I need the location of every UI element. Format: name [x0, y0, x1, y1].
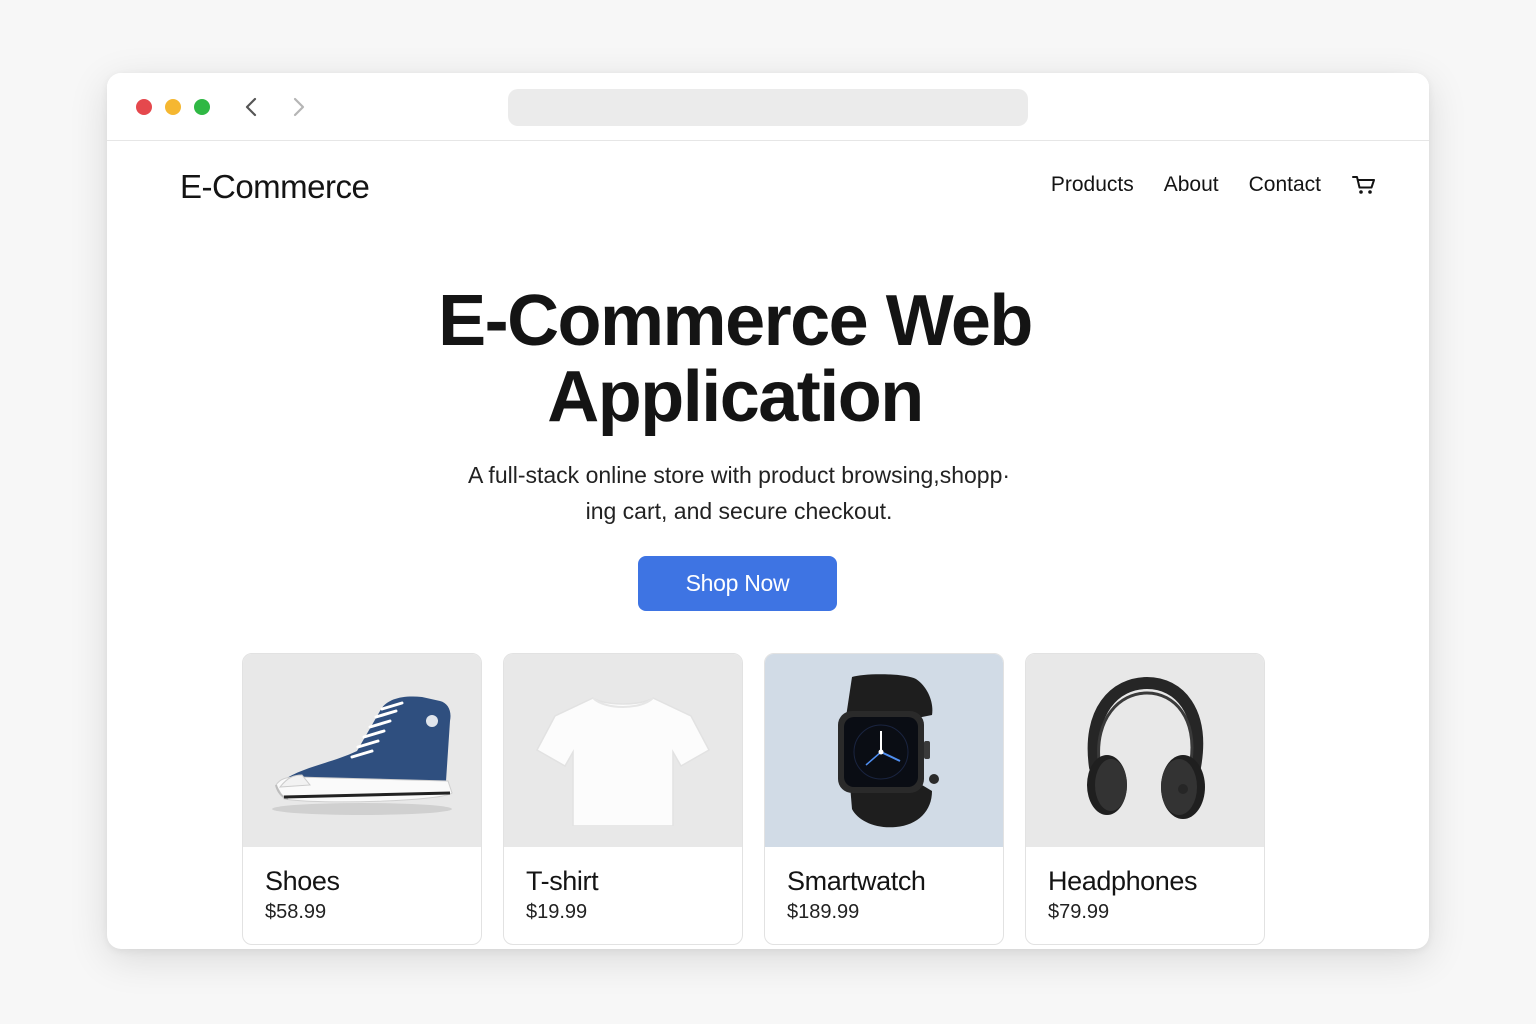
hero-subtitle: A full-stack online store with product b…: [444, 457, 1034, 529]
product-info: T-shirt $19.99: [504, 847, 742, 924]
address-bar[interactable]: [508, 89, 1028, 126]
close-window-button[interactable]: [136, 99, 152, 115]
back-arrow-icon[interactable]: [240, 95, 264, 119]
hero-title-line-2: Application: [547, 357, 924, 437]
hero-title: E-Commerce Web Application: [107, 283, 1363, 435]
product-name: Headphones: [1048, 866, 1198, 896]
product-price: $19.99: [526, 901, 588, 923]
product-info: Headphones $79.99: [1026, 847, 1264, 924]
product-price: $189.99: [787, 901, 860, 923]
product-card-shoes[interactable]: Shoes $58.99: [242, 653, 482, 945]
product-thumb: [765, 654, 1003, 847]
maximize-window-button[interactable]: [194, 99, 210, 115]
product-price: $58.99: [265, 901, 327, 923]
browser-window: E-Commerce Products About Contact E-Comm…: [107, 73, 1429, 949]
cart-icon[interactable]: [1351, 172, 1377, 198]
product-thumb: [243, 654, 481, 847]
tshirt-image: [535, 696, 711, 826]
product-thumb: [1026, 654, 1264, 847]
top-nav: Products About Contact: [1051, 172, 1377, 198]
product-grid: Shoes $58.99 T-shirt $19.99 Smartwatch $…: [242, 653, 1265, 945]
product-info: Smartwatch $189.99: [765, 847, 1003, 924]
nav-link-contact[interactable]: Contact: [1249, 173, 1321, 197]
nav-link-products[interactable]: Products: [1051, 173, 1134, 197]
shop-now-button[interactable]: Shop Now: [638, 556, 837, 611]
product-name: T-shirt: [526, 866, 599, 896]
forward-arrow-icon[interactable]: [286, 95, 310, 119]
sneaker-image: [272, 696, 453, 815]
product-price: $79.99: [1048, 901, 1110, 923]
smartwatch-image: [838, 673, 939, 827]
product-info: Shoes $58.99: [243, 847, 481, 924]
hero-subtitle-line-1: A full-stack online store with product b…: [467, 462, 1011, 488]
browser-titlebar: [107, 73, 1429, 141]
hero-title-line-1: E-Commerce Web: [438, 281, 1033, 361]
headphones-image: [1087, 676, 1205, 819]
nav-link-about[interactable]: About: [1164, 173, 1219, 197]
hero-subtitle-line-2: ing cart, and secure checkout.: [585, 498, 893, 524]
site-logo[interactable]: E-Commerce: [180, 168, 370, 206]
product-card-headphones[interactable]: Headphones $79.99: [1025, 653, 1265, 945]
product-thumb: [504, 654, 742, 847]
product-card-tshirt[interactable]: T-shirt $19.99: [503, 653, 743, 945]
product-name: Shoes: [265, 866, 340, 896]
product-name: Smartwatch: [787, 866, 926, 896]
minimize-window-button[interactable]: [165, 99, 181, 115]
product-card-smartwatch[interactable]: Smartwatch $189.99: [764, 653, 1004, 945]
